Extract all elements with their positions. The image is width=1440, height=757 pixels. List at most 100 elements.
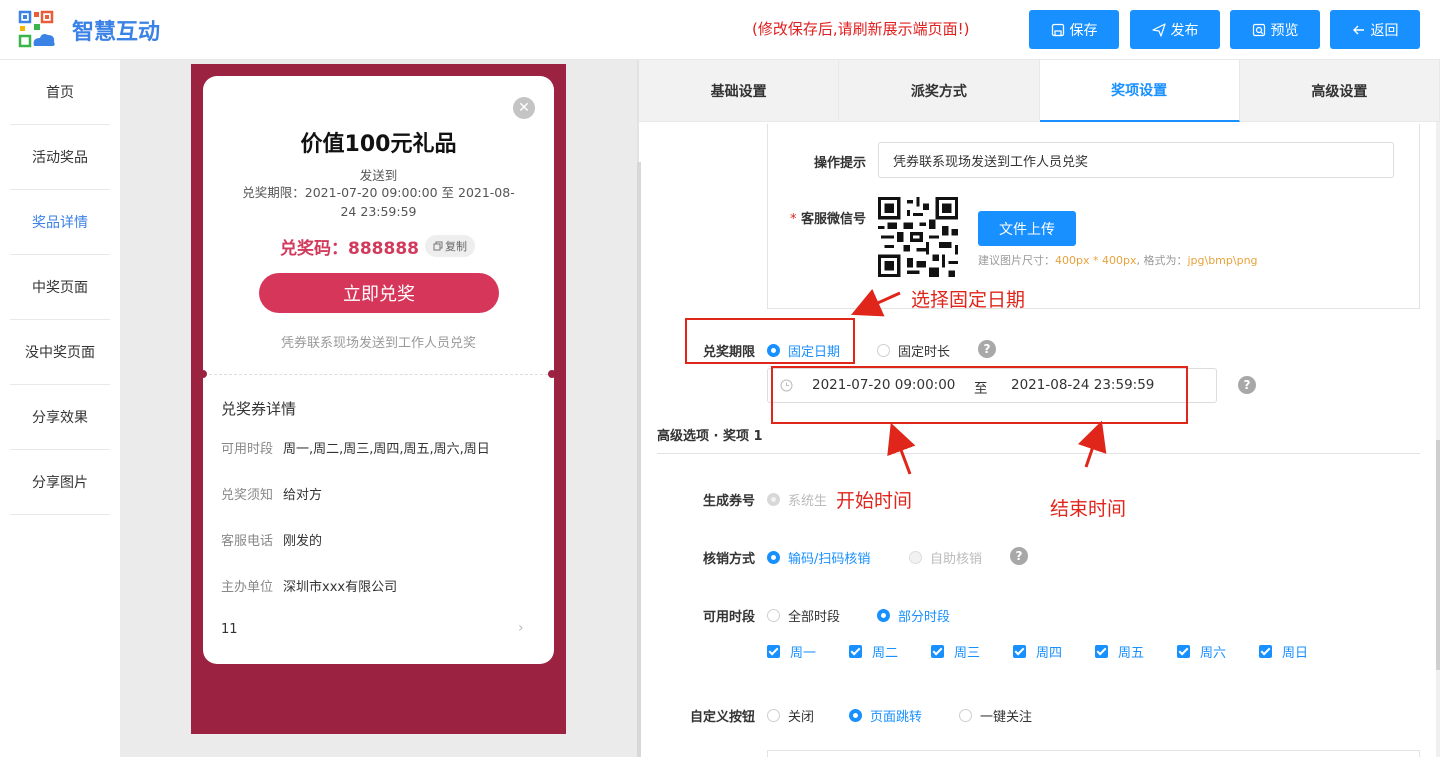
preview-icon: [1252, 23, 1265, 36]
annotation-select-fixed-date: 选择固定日期: [911, 289, 1026, 311]
radio-dot: [767, 609, 780, 622]
save-button[interactable]: 保存: [1029, 10, 1119, 49]
upload-hint-mid: , 格式为：: [1136, 254, 1188, 267]
checkbox-sat[interactable]: 周六: [1177, 642, 1226, 661]
radio-code-scan-verify[interactable]: 输码/扫码核销: [767, 548, 870, 567]
radio-dot: [959, 709, 972, 722]
redeem-button[interactable]: 立即兑奖: [259, 273, 499, 313]
chevron-right-icon[interactable]: ›: [518, 620, 524, 636]
annotation-start-time: 开始时间: [836, 490, 913, 512]
sidebar-item-share-effect[interactable]: 分享效果: [10, 385, 110, 450]
checkbox-label: 周三: [954, 646, 981, 661]
copy-icon: [433, 241, 443, 251]
send-to-text: 发送到: [359, 168, 398, 183]
op-hint-input[interactable]: 凭券联系现场发送到工作人员兑奖: [878, 142, 1394, 178]
checkbox-box: [849, 645, 862, 658]
radio-label: 页面跳转: [870, 710, 923, 725]
radio-label: 全部时段: [788, 610, 841, 625]
wechat-label: * 客服微信号: [770, 208, 866, 227]
radio-dot: [767, 709, 780, 722]
preview-scrollbar[interactable]: [637, 162, 641, 757]
radio-system-generate: 系统生: [767, 490, 827, 509]
checkbox-thu[interactable]: 周四: [1013, 642, 1062, 661]
upload-hint-prefix: 建议图片尺寸：: [978, 254, 1055, 267]
form-scrollbar[interactable]: [1436, 440, 1440, 670]
copy-button[interactable]: 复制: [424, 235, 475, 257]
copy-label: 复制: [444, 240, 467, 253]
sidebar-item-lose-page[interactable]: 没中奖页面: [10, 320, 110, 385]
checkbox-box: [767, 645, 780, 658]
checkbox-box: [1177, 645, 1190, 658]
help-icon[interactable]: ?: [1010, 547, 1028, 565]
upload-hint: 建议图片尺寸：400px * 400px, 格式为：jpg\bmp\png: [978, 252, 1258, 268]
verify-label: 核销方式: [702, 552, 755, 567]
sidebar-item-prizes[interactable]: 活动奖品: [10, 125, 110, 190]
radio-close[interactable]: 关闭: [767, 706, 814, 725]
radio-label: 固定时长: [898, 345, 951, 360]
radio-partial-time[interactable]: 部分时段: [877, 606, 950, 625]
tab-prize-settings[interactable]: 奖项设置: [1039, 60, 1240, 122]
tab-distribution[interactable]: 派奖方式: [839, 60, 1040, 122]
time-label: 可用时段: [702, 610, 755, 625]
checkbox-fri[interactable]: 周五: [1095, 642, 1144, 661]
sidebar: 首页 活动奖品 奖品详情 中奖页面 没中奖页面 分享效果 分享图片: [0, 60, 120, 757]
detail-value: 刚发的: [283, 534, 323, 549]
wechat-label-text: 客服微信号: [800, 212, 866, 227]
app-title: 智慧互动: [72, 20, 161, 45]
file-upload-button[interactable]: 文件上传: [978, 211, 1076, 246]
annotation-end-time: 结束时间: [1050, 498, 1127, 520]
radio-dot: [877, 344, 890, 357]
logo-icon: [18, 10, 55, 48]
checkbox-box: [1095, 645, 1108, 658]
checkbox-box: [1259, 645, 1272, 658]
sidebar-item-share-image[interactable]: 分享图片: [10, 450, 110, 515]
detail-row: 可用时段 周一,周二,周三,周四,周五,周六,周日: [221, 438, 490, 457]
save-notice: (修改保存后,请刷新展示端页面!): [752, 20, 970, 38]
op-hint-label: 操作提示: [813, 156, 866, 171]
qr-code-image: [878, 197, 958, 277]
prize-title: 价值100元礼品: [300, 132, 457, 157]
tab-basic-settings[interactable]: 基础设置: [639, 60, 840, 122]
code-row: 兑奖码：888888 复制: [280, 234, 475, 259]
arrow-left-icon: [1352, 25, 1364, 34]
radio-page-jump[interactable]: 页面跳转: [849, 706, 922, 725]
publish-button[interactable]: 发布: [1130, 10, 1220, 49]
upload-hint-format: jpg\bmp\png: [1187, 254, 1258, 267]
custom-button-label: 自定义按钮: [689, 710, 755, 725]
radio-fixed-duration[interactable]: 固定时长: [877, 341, 950, 360]
checkbox-wed[interactable]: 周三: [931, 642, 980, 661]
sidebar-item-home[interactable]: 首页: [10, 60, 110, 125]
radio-one-click-follow[interactable]: 一键关注: [959, 706, 1032, 725]
close-icon[interactable]: ✕: [513, 97, 535, 119]
radio-dot: [909, 551, 922, 564]
section-divider: [657, 453, 1420, 454]
card-notch-left: [199, 370, 207, 378]
period-prefix: 兑奖期限：: [242, 185, 305, 200]
radio-dot: [767, 493, 780, 506]
annotation-box-date-range: [771, 366, 1188, 424]
radio-all-time[interactable]: 全部时段: [767, 606, 840, 625]
help-icon[interactable]: ?: [978, 340, 996, 358]
help-icon[interactable]: ?: [1238, 376, 1256, 394]
radio-dot: [767, 551, 780, 564]
tab-advanced-settings[interactable]: 高级设置: [1239, 60, 1440, 122]
card-divider: [209, 374, 548, 375]
annotation-box-fixed-date: [685, 318, 855, 364]
sidebar-item-prize-detail[interactable]: 奖品详情: [10, 190, 110, 255]
back-button[interactable]: 返回: [1330, 10, 1420, 49]
checkbox-sun[interactable]: 周日: [1259, 642, 1308, 661]
checkbox-box: [1013, 645, 1026, 658]
checkbox-tue[interactable]: 周二: [849, 642, 898, 661]
sidebar-item-win-page[interactable]: 中奖页面: [10, 255, 110, 320]
detail-row: 客服电话 刚发的: [221, 530, 322, 549]
section-title: 高级选项 · 奖项 1: [657, 429, 763, 444]
detail-label: 主办单位: [221, 580, 274, 595]
preview-button[interactable]: 预览: [1230, 10, 1320, 49]
radio-dot: [849, 709, 862, 722]
checkbox-label: 周五: [1118, 646, 1145, 661]
detail-row-extra[interactable]: 11: [221, 622, 238, 637]
checkbox-mon[interactable]: 周一: [767, 642, 816, 661]
save-icon: [1051, 23, 1064, 36]
detail-value: 深圳市xxx有限公司: [283, 580, 398, 595]
preview-button-label: 预览: [1270, 22, 1299, 39]
